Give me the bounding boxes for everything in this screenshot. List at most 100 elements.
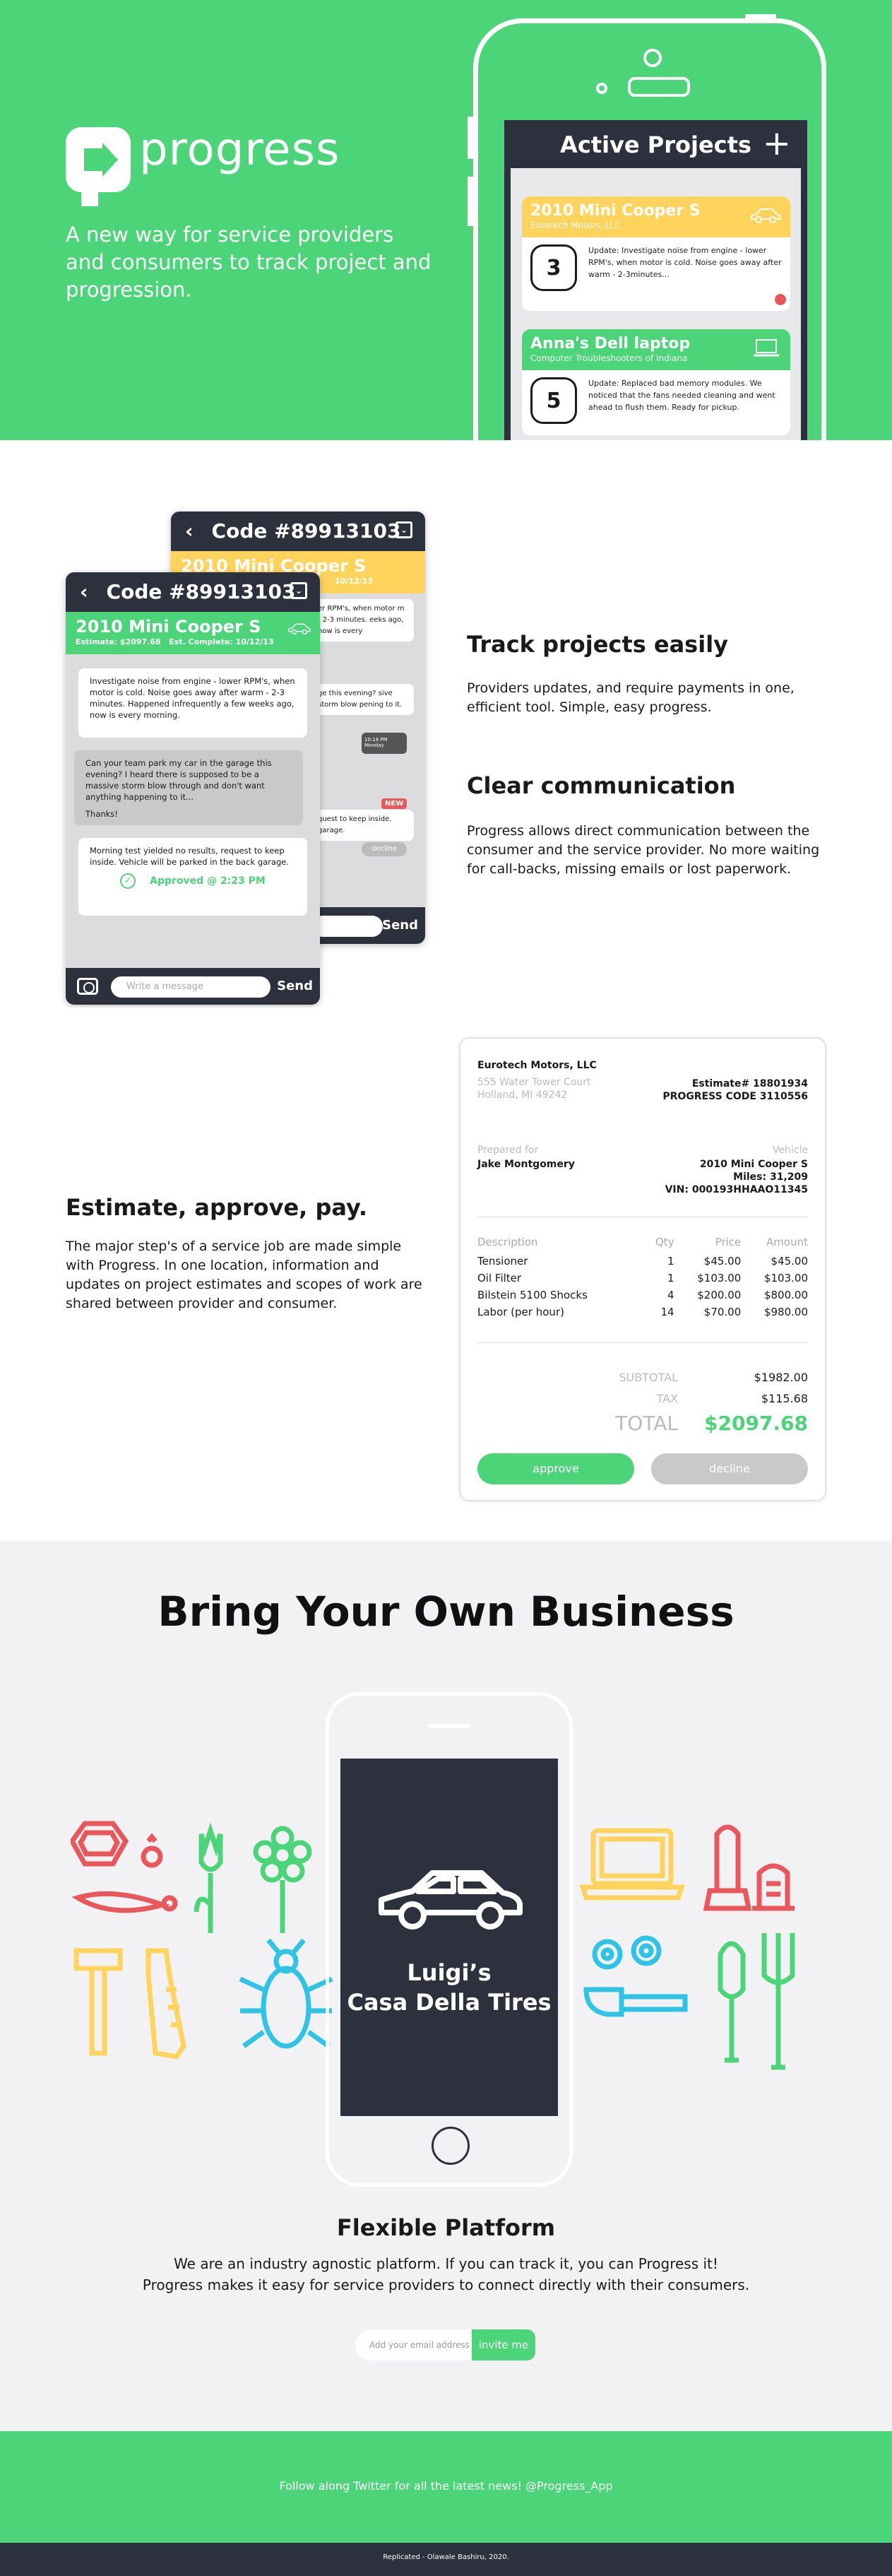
email-input[interactable]: Add your email address (355, 2329, 472, 2361)
subtotal-value: $1982.00 (754, 1371, 808, 1384)
message-bubble: Investigate noise from engine - lower RP… (78, 668, 307, 738)
line-items-table: Description Qty Price Amount Tensioner 1 $45.… (477, 1234, 808, 1321)
vehicle-name: 2010 Mini Cooper S (699, 1159, 808, 1170)
send-button[interactable]: Send (382, 907, 418, 944)
hero-tagline: A new way for service providers and cons… (66, 223, 432, 302)
message-fragment: ge this evening? sive storm blow pening … (312, 684, 414, 715)
new-badge: NEW (381, 798, 408, 809)
approved-text: Approved @ 2:23 PM (150, 875, 266, 887)
approved-status: ✓ Approved @ 2:23 PM (90, 873, 296, 889)
cell: Tensioner (477, 1255, 528, 1268)
invite-button[interactable]: invite me (472, 2329, 535, 2361)
estimate-title: Estimate, approve, pay. (66, 1194, 368, 1221)
column-header: Price (715, 1236, 742, 1248)
cell: Labor (per hour) (477, 1306, 564, 1318)
invoice-card: Eurotech Motors, LLC 555 Water Tower Cou… (459, 1037, 826, 1501)
flexible-title: Flexible Platform (336, 2214, 556, 2241)
cell: Bilstein 5100 Shocks (477, 1289, 588, 1301)
bug-icon (239, 1938, 333, 2049)
cell: $70.00 (703, 1306, 742, 1318)
business-subtitle: Casa Della Tires (347, 1989, 552, 2016)
footer-dark: Replicated - Olawale Bashiru, 2020. (0, 2543, 892, 2576)
menu-icon[interactable]: ⌄ (290, 582, 307, 599)
cell: $45.00 (703, 1255, 742, 1268)
total-label: TOTAL (615, 1412, 678, 1435)
tax-label: TAX (656, 1392, 678, 1405)
estimate-number: Estimate# 18801934 (691, 1078, 808, 1089)
car-icon (751, 208, 780, 223)
cell: $45.00 (771, 1255, 809, 1268)
message-bubble: Morning test yielded no results, request… (78, 838, 307, 916)
progress-code: PROGRESS CODE 3110556 (662, 1091, 808, 1102)
table-row: Tensioner 1 $45.00 $45.00 (477, 1253, 808, 1270)
phone-mockup: Active Projects + 2010 Mini Cooper S Euro… (473, 18, 826, 440)
project-title: 2010 Mini Cooper S (530, 202, 701, 220)
business-name: Luigi’s (407, 1959, 492, 1986)
gears-icon (592, 1935, 662, 1970)
feature-title: Track projects easily (467, 631, 729, 658)
project-card[interactable]: Anna's Dell laptop Computer Troubleshoot… (522, 329, 790, 435)
twitter-text[interactable]: Follow along Twitter for all the latest … (0, 2479, 892, 2493)
gem-icon (71, 1821, 129, 1867)
estimate-section: Estimate, approve, pay. The major step's… (0, 1008, 892, 1541)
camera-icon[interactable] (77, 978, 98, 995)
subtotal-label: SUBTOTAL (619, 1371, 678, 1384)
back-arrow-icon[interactable]: ‹ (185, 519, 194, 543)
camera-icon (643, 49, 662, 67)
phone-side-button (468, 117, 473, 159)
vehicle-vin: VIN: 000193HHAAO11345 (665, 1184, 808, 1195)
message-text: Can your team park my car in the garage … (85, 758, 272, 802)
estimate-amount: Estimate: $2097.68 (76, 637, 161, 646)
project-card-header: Anna's Dell laptop Computer Troubleshoot… (522, 329, 790, 370)
byob-section: Bring Your Own Business Luigi’s Casa Dell… (0, 1541, 892, 2431)
check-icon: ✓ (120, 873, 136, 889)
update-count-badge: 3 (530, 244, 577, 291)
business-icons-right (579, 1824, 795, 2070)
message-text: Morning test yielded no results, request… (90, 846, 289, 867)
message-fragment: quest to keep inside. garage. (312, 810, 414, 841)
cell: $103.00 (697, 1272, 742, 1284)
progress-logo-icon (66, 127, 131, 206)
vehicle-label: Vehicle (772, 1145, 808, 1156)
feature-text: Providers updates, and require payments … (467, 680, 795, 715)
cell: Oil Filter (477, 1272, 522, 1284)
project-card[interactable]: 2010 Mini Cooper S Eurotech Motors, LLC … (522, 196, 790, 311)
phone-side-button (468, 177, 473, 226)
flexible-text: We are an industry agnostic platform. If… (174, 2255, 718, 2272)
column-header: Amount (766, 1236, 808, 1248)
add-project-button[interactable]: + (763, 120, 791, 167)
message-input[interactable]: Write a message (111, 976, 270, 998)
cell: 14 (660, 1306, 674, 1318)
feature-text: Progress allows direct communication bet… (467, 823, 820, 877)
decline-button[interactable]: decline (651, 1453, 808, 1484)
flexible-text: Progress makes it easy for service provi… (142, 2276, 750, 2293)
sensor-icon (596, 83, 607, 94)
project-update: Update: Replaced bad memory modules. We … (588, 379, 775, 412)
speaker-icon (628, 77, 690, 97)
table-row: Bilstein 5100 Shocks 4 $200.00 $800.00 (477, 1287, 808, 1304)
update-count-badge: 5 (530, 377, 577, 424)
company-address: 555 Water Tower Court (477, 1077, 591, 1088)
laptop-icon (579, 1828, 685, 1901)
phone-screen: Luigi’s Casa Della Tires (340, 1759, 558, 2116)
table-row: Oil Filter 1 $103.00 $103.00 (477, 1270, 808, 1287)
column-header: Qty (655, 1236, 674, 1248)
phone-screen: Active Projects + 2010 Mini Cooper S Euro… (504, 120, 807, 440)
cell: $800.00 (763, 1289, 808, 1301)
cell: $103.00 (763, 1272, 808, 1284)
feature-title: Clear communication (467, 772, 736, 799)
approve-button[interactable]: approve (477, 1453, 634, 1484)
back-arrow-icon[interactable]: ‹ (80, 580, 88, 603)
chat-screen-front: ‹ Code #89913103 ⌄ 2010 Mini Cooper S Esti… (66, 572, 320, 1005)
send-button[interactable]: Send (277, 968, 313, 1005)
complete-date: Est. Complete: 10/12/13 (169, 637, 274, 646)
vehicle-title: 2010 Mini Cooper S (76, 617, 261, 637)
table-row: Labor (per hour) 14 $70.00 $980.00 (477, 1304, 808, 1321)
decline-pill[interactable]: decline (362, 842, 407, 856)
menu-icon[interactable]: ⌄ (396, 521, 412, 538)
message-text: Thanks! (85, 809, 118, 819)
car-icon (288, 623, 311, 635)
reminder-badge: 10:18 PM Monday (362, 733, 407, 754)
phone-mockup: Luigi’s Casa Della Tires (326, 1692, 573, 2187)
project-subtitle: Eurotech Motors, LLC (530, 220, 621, 230)
